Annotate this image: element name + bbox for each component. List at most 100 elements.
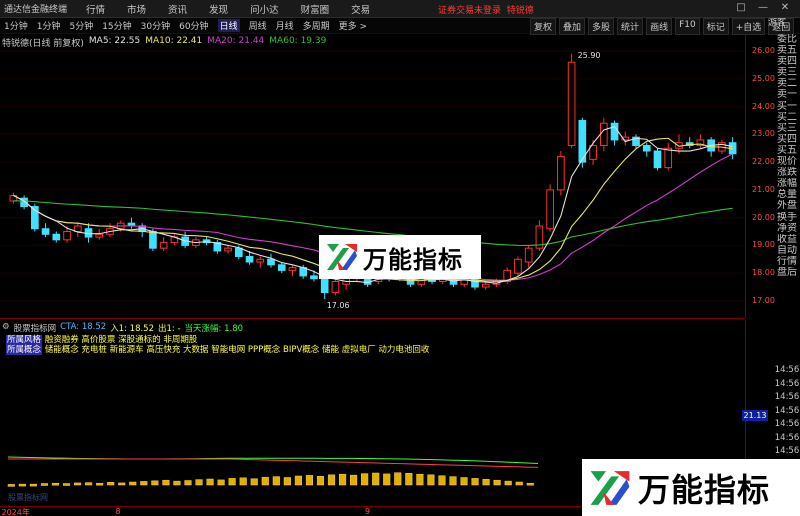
tool-button[interactable]: 多股	[588, 18, 615, 35]
indicator-bar	[361, 473, 369, 486]
tool-button[interactable]: 标记	[702, 18, 729, 35]
period-tab[interactable]: 60分钟	[179, 19, 208, 32]
indicator-legend-item: 当天涨幅: 1.80	[184, 324, 244, 334]
tool-button[interactable]: F10	[675, 18, 700, 35]
candle-body	[546, 189, 554, 230]
price-tick-label: 17.00	[752, 295, 775, 305]
menu-item-quotes[interactable]: 行情	[86, 2, 105, 16]
login-status[interactable]: 证券交易未登录 特锐德	[438, 3, 534, 16]
indicator-bar	[62, 483, 71, 486]
current-stock-link[interactable]: 特锐德	[507, 6, 534, 16]
indicator-bar	[294, 475, 302, 486]
candle-body	[234, 247, 243, 257]
quote-label: 卖二	[777, 78, 797, 90]
candle-body	[610, 122, 619, 141]
period-tab[interactable]: 周线	[249, 19, 267, 32]
menu-item-assistant[interactable]: 问小达	[250, 2, 279, 16]
indicator-bar	[471, 478, 479, 486]
period-tab[interactable]: 日线	[217, 19, 240, 32]
indicator-legend-item: 出1: -	[158, 324, 181, 334]
candle-body	[642, 144, 651, 152]
login-status-text[interactable]: 证券交易未登录	[438, 6, 501, 16]
concept-row-style: 所属风格 融资融券 高价股票 深股通标的 非周期股	[6, 335, 429, 345]
indicator-bar	[339, 473, 347, 486]
indicator-bar	[482, 479, 490, 486]
concept-text: 储能概念 充电桩 新能源车 高压快充 大数据 智能电网 PPP概念 BIPV概念…	[44, 345, 430, 355]
tool-button[interactable]: 画线	[646, 18, 673, 35]
indicator-bar	[107, 482, 115, 486]
quote-label: 买五	[777, 144, 797, 156]
price-axis: 17.00 18.00 19.00 20.00 21.00 22.00 23.00 24.00…	[745, 34, 775, 318]
quote-mode-label[interactable]: 盘后	[774, 267, 800, 278]
indicator-bar	[74, 482, 82, 486]
menu-item-news[interactable]: 资讯	[168, 2, 187, 16]
menu-item-discover[interactable]: 发现	[209, 2, 228, 16]
visitor-label[interactable]: 游客	[768, 18, 786, 29]
gear-icon[interactable]: ⚙	[2, 322, 10, 334]
candle	[95, 228, 104, 240]
quote-label: 卖三	[777, 67, 797, 79]
quote-label: 买二	[777, 111, 797, 123]
tool-button[interactable]: 统计	[617, 18, 644, 35]
candle	[320, 275, 329, 300]
candle	[331, 278, 340, 296]
period-tab[interactable]: 更多 >	[339, 19, 367, 32]
window-controls: □ — ✕	[730, 2, 796, 13]
quote-panel: 游客 委比 卖五 卖四 卖三 卖二 卖一 买一 买二 买三 买四 买五 现价 涨跌 涨幅 总量 外盘 换手 净资收…	[768, 18, 800, 278]
candle	[9, 192, 18, 204]
candle	[524, 245, 533, 268]
main-menu: 行情 市场 资讯 发现 问小达 财富圈 交易	[86, 2, 392, 16]
price-tick-label: 22.00	[752, 157, 775, 167]
period-tab[interactable]: 15分钟	[102, 19, 131, 32]
tool-button[interactable]: +自选	[731, 18, 766, 35]
time-label: 14:56	[774, 432, 800, 443]
minimize-button[interactable]: —	[752, 2, 774, 13]
indicator-name: 股票指标网	[13, 324, 57, 334]
menu-item-market[interactable]: 市场	[127, 2, 146, 16]
tool-button[interactable]: 叠加	[559, 18, 586, 35]
period-tab[interactable]: 30分钟	[141, 19, 170, 32]
low-label: 17.06	[327, 301, 350, 310]
period-tab[interactable]: 多周期	[303, 19, 330, 32]
candle-body	[52, 233, 61, 241]
right-tools: 复权 叠加 多股 统计 画线 F10 标记 +自选 返回	[530, 18, 797, 35]
candle	[653, 148, 662, 171]
logo-icon	[327, 244, 357, 270]
price-tick-label: 18.00	[752, 268, 775, 278]
quote-label: 总量	[777, 189, 797, 201]
quote-label: 现价	[777, 156, 797, 168]
indicator-bar	[96, 482, 104, 486]
concept-tags: 所属风格 融资融券 高价股票 深股通标的 非周期股 所属概念 储能概念 充电桩 …	[6, 335, 429, 355]
indicator-bar	[416, 473, 424, 486]
candle	[224, 245, 232, 254]
candle-body	[267, 258, 275, 266]
indicator-bar	[427, 474, 435, 486]
indicator-bar	[7, 484, 15, 487]
period-tab[interactable]: 月线	[276, 19, 294, 32]
tool-button[interactable]: 复权	[530, 18, 557, 35]
indicator-bar	[261, 476, 269, 486]
close-button[interactable]: ✕	[774, 2, 796, 13]
quote-label: 卖五	[777, 45, 797, 57]
indicator-bar	[217, 479, 225, 486]
indicator-bar	[327, 474, 336, 486]
candle	[288, 264, 297, 276]
chart-toolbar: 1分钟 1分钟 5分钟 15分钟 30分钟 60分钟 日线 周线 月线 多周期 更多 > 复权 叠加多…	[0, 18, 800, 35]
candle-body	[41, 228, 50, 235]
menu-item-trade[interactable]: 交易	[351, 2, 370, 16]
candle	[514, 256, 522, 276]
quote-mode-label[interactable]: 自动	[774, 245, 800, 256]
period-tab[interactable]: 1分钟	[4, 19, 28, 32]
maximize-button[interactable]: □	[730, 2, 752, 13]
period-tab[interactable]: 5分钟	[69, 19, 93, 32]
period-tab[interactable]: 1分钟	[37, 19, 61, 32]
indicator-bar	[51, 482, 60, 486]
indicator-bar	[305, 475, 313, 486]
watermark-text: 万能指标	[638, 470, 771, 509]
period-tabs: 1分钟 1分钟 5分钟 15分钟 30分钟 60分钟 日线 周线 月线 多周期 更多 >	[4, 19, 376, 32]
candle-body	[599, 122, 608, 146]
indicator-bar	[272, 476, 280, 486]
quote-mode-label[interactable]: 行情	[774, 256, 800, 267]
menu-item-wealth[interactable]: 财富圈	[301, 2, 330, 16]
time-label: 14:56	[774, 392, 800, 402]
